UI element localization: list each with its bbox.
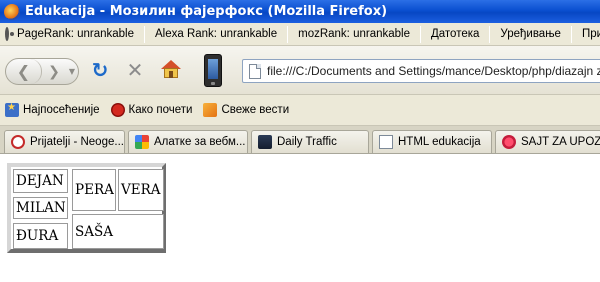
page-icon xyxy=(379,135,393,149)
tab-label: Prijatelji - Neoge... xyxy=(30,136,124,148)
bookmark-label: Најпосећеније xyxy=(23,104,100,116)
chevron-down-icon: ▼ xyxy=(68,67,76,76)
firefox-icon xyxy=(110,103,125,117)
tab-label: Daily Traffic xyxy=(277,136,337,148)
firefox-logo-icon xyxy=(4,3,20,20)
menu-file[interactable]: Датотека xyxy=(429,28,481,40)
navigation-toolbar: ❮ ❯ ▼ ↻ ✕ file:///C:/Documents and Setti… xyxy=(0,46,600,95)
heart-icon xyxy=(502,135,516,149)
url-input[interactable]: file:///C:/Documents and Settings/mance/… xyxy=(242,59,600,83)
tab-label: SAJT ZA UPOZN... xyxy=(521,136,600,148)
bookmark-latest-news[interactable]: Свеже вести xyxy=(203,103,289,117)
separator xyxy=(287,25,289,43)
tab-label: HTML edukacija xyxy=(398,136,481,148)
names-table: DEJAN PERA VERA MILAN SAŠA ĐURA xyxy=(7,163,166,253)
url-text: file:///C:/Documents and Settings/mance/… xyxy=(267,64,600,78)
tab-prijatelji[interactable]: Prijatelji - Neoge... xyxy=(4,130,125,153)
separator xyxy=(570,25,572,43)
history-dropdown-button[interactable]: ▼ xyxy=(65,59,79,84)
table-cell-pera: PERA xyxy=(72,169,116,211)
forward-button[interactable]: ❯ xyxy=(43,59,65,84)
mozrank-status[interactable]: mozRank: unrankable xyxy=(296,28,412,40)
tab-label: Алатке за вебм... xyxy=(154,136,246,148)
table-cell-dejan: DEJAN xyxy=(13,169,68,193)
close-icon: ✕ xyxy=(126,58,144,82)
home-button[interactable] xyxy=(160,59,182,81)
stop-button[interactable]: ✕ xyxy=(125,60,145,80)
tab-daily-traffic[interactable]: Daily Traffic xyxy=(251,130,369,153)
traffic-icon xyxy=(258,135,272,149)
menu-toolbar: PageRank: unrankable Alexa Rank: unranka… xyxy=(0,23,600,46)
bookmark-label: Како почети xyxy=(128,104,193,116)
google-icon xyxy=(135,135,149,149)
separator xyxy=(144,25,145,43)
separator xyxy=(489,25,491,43)
arrow-left-icon: ❮ xyxy=(16,62,31,81)
separator xyxy=(419,25,421,43)
phone-screen xyxy=(208,59,218,79)
tab-sajt-za-upoznavanje[interactable]: SAJT ZA UPOZN... xyxy=(495,130,600,153)
tab-html-edukacija[interactable]: HTML edukacija xyxy=(372,130,492,153)
back-forward-group: ❮ ❯ ▼ xyxy=(5,58,79,85)
tab-webmaster-tools[interactable]: Алатке за вебм... xyxy=(128,130,248,153)
menu-view[interactable]: Приказ xyxy=(580,28,600,40)
bookmark-label: Свеже вести xyxy=(221,104,290,116)
reload-icon: ↻ xyxy=(91,58,109,82)
bookmark-getting-started[interactable]: Како почети xyxy=(110,103,193,117)
arrow-right-icon: ❯ xyxy=(48,63,60,80)
bookmark-most-visited[interactable]: Најпосећеније xyxy=(5,102,100,117)
window-title: Edukacija - Мозилин фајерфокс (Mozilla F… xyxy=(25,4,388,19)
page-content: DEJAN PERA VERA MILAN SAŠA ĐURA xyxy=(0,155,600,282)
menu-edit[interactable]: Уређивање xyxy=(498,28,563,40)
star-icon xyxy=(5,102,19,117)
table-cell-sasa: SAŠA xyxy=(72,214,164,249)
tab-bar: Prijatelji - Neoge... Алатке за вебм... … xyxy=(0,126,600,154)
pagerank-status[interactable]: PageRank: unrankable xyxy=(15,28,136,40)
bookmarks-toolbar: Најпосећеније Како почети Свеже вести xyxy=(0,95,600,126)
seo-toolbar-icon[interactable] xyxy=(5,27,14,41)
reload-button[interactable]: ↻ xyxy=(90,60,110,80)
phone-button xyxy=(211,82,215,85)
table-cell-milan: MILAN xyxy=(13,197,68,219)
page-icon xyxy=(249,63,261,79)
home-icon-door xyxy=(169,71,173,78)
rss-icon xyxy=(203,103,218,117)
back-button[interactable]: ❮ xyxy=(6,59,42,84)
table-cell-vera: VERA xyxy=(118,169,164,211)
red-circle-icon xyxy=(11,135,25,149)
window-title-bar: Edukacija - Мозилин фајерфокс (Mozilla F… xyxy=(0,0,600,23)
alexa-rank-status[interactable]: Alexa Rank: unrankable xyxy=(153,28,279,40)
mobile-phone-icon[interactable] xyxy=(204,54,222,87)
table-cell-djura: ĐURA xyxy=(13,223,68,249)
